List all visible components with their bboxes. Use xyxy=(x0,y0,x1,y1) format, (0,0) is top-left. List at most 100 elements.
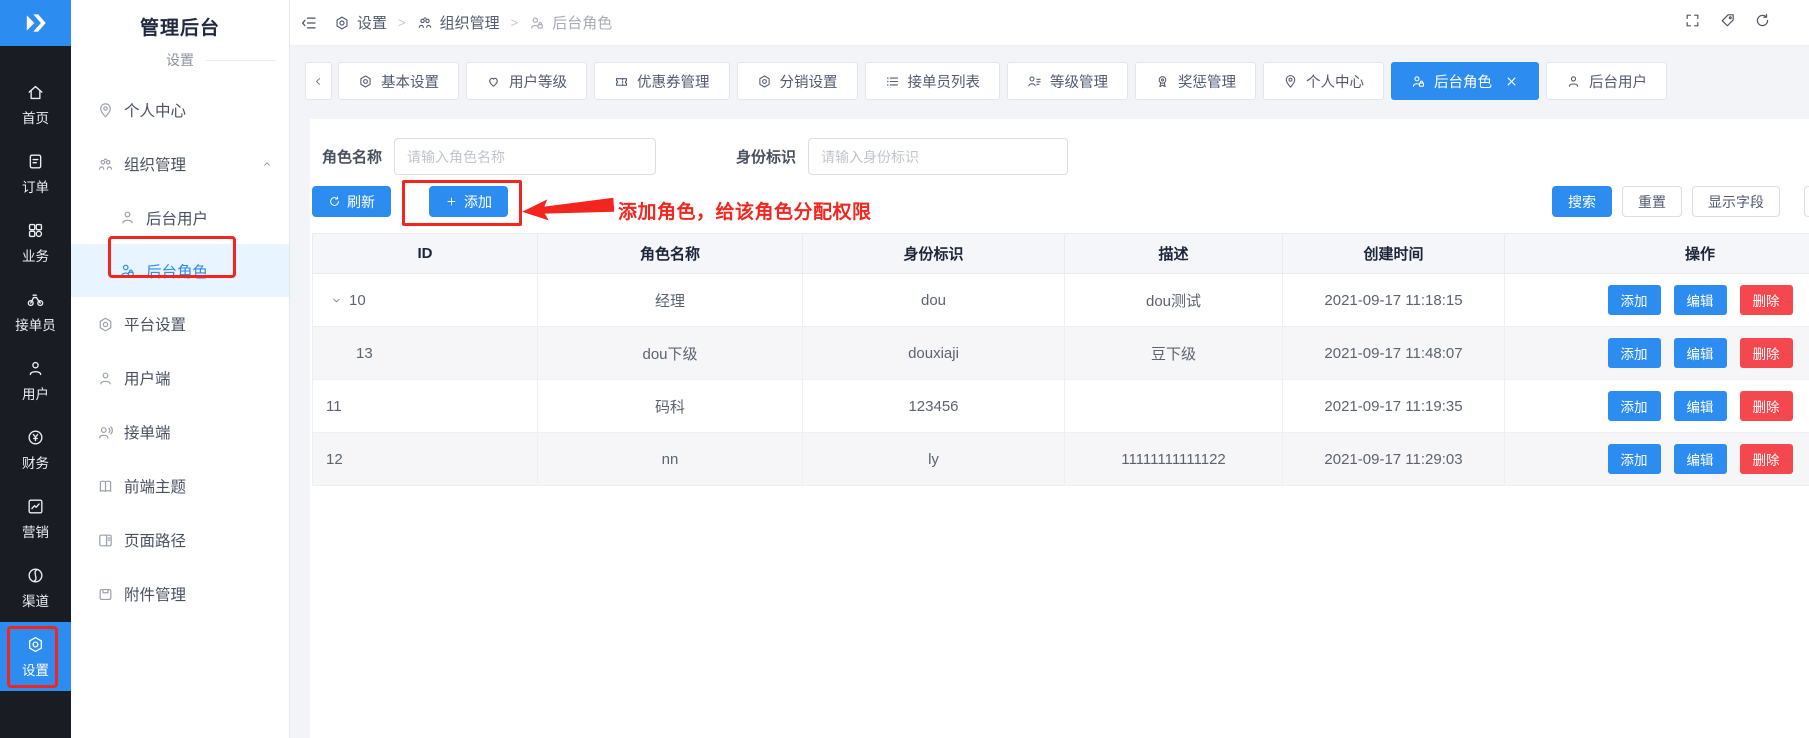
rail-item-1[interactable]: 订单 xyxy=(0,139,71,208)
cell-actions: 添加编辑删除 xyxy=(1505,327,1809,380)
row-edit-button[interactable]: 编辑 xyxy=(1674,285,1727,315)
tab-label: 个人中心 xyxy=(1306,71,1364,92)
row-delete-button[interactable]: 删除 xyxy=(1740,285,1793,315)
rail-item-4[interactable]: 用户 xyxy=(0,346,71,415)
column-header-2: 身份标识 xyxy=(803,234,1065,274)
tab-list: 基本设置 用户等级优惠券管理分销设置 接单员列表 等级管理奖惩管理 个人中心 后台角色后台… xyxy=(338,62,1809,107)
person-lock-icon xyxy=(1411,74,1426,89)
tab-5[interactable]: 等级管理 xyxy=(1007,62,1128,100)
tab-6[interactable]: 奖惩管理 xyxy=(1135,62,1256,100)
menu-item-4[interactable]: 接单端 xyxy=(71,405,289,459)
row-expand-icon[interactable] xyxy=(330,294,343,307)
tab-strip: 基本设置 用户等级优惠券管理分销设置 接单员列表 等级管理奖惩管理 个人中心 后台角色后台… xyxy=(290,46,1809,107)
tab-4[interactable]: 接单员列表 xyxy=(865,62,1001,100)
menu-item-7[interactable]: 附件管理 xyxy=(71,567,289,621)
add-button-label: 添加 xyxy=(464,192,492,212)
chevron-up-icon xyxy=(261,158,273,170)
tab-3[interactable]: 分销设置 xyxy=(737,62,858,100)
tags-button[interactable] xyxy=(1719,12,1736,34)
menu-item-1[interactable]: 组织管理 xyxy=(71,137,289,191)
menu-item-2[interactable]: 平台设置 xyxy=(71,297,289,351)
row-delete-button[interactable]: 删除 xyxy=(1740,338,1793,368)
cell-created-time: 2021-09-17 11:29:03 xyxy=(1283,433,1505,486)
fullscreen-button[interactable] xyxy=(1684,12,1701,34)
tab-2[interactable]: 优惠券管理 xyxy=(594,62,730,100)
table-row: 11码科1234562021-09-17 11:19:35添加编辑删除 xyxy=(313,380,1809,433)
menu-item-1-0[interactable]: 后台用户 xyxy=(71,191,289,244)
rail-item-6[interactable]: 营销 xyxy=(0,484,71,553)
breadcrumb-item-0[interactable]: 设置 xyxy=(334,12,387,33)
book-icon xyxy=(97,478,114,495)
tab-8[interactable]: 后台角色 xyxy=(1391,62,1539,100)
search-button[interactable]: 搜索 xyxy=(1552,186,1612,217)
left-rail: 首页订单业务接单员用户财务营销渠道设置 xyxy=(0,0,71,738)
refresh-button[interactable]: 刷新 xyxy=(312,186,391,217)
id-value: 13 xyxy=(356,345,373,362)
cell-id: 12 xyxy=(313,433,538,486)
collapse-sidebar-icon[interactable] xyxy=(300,14,318,32)
tab-1[interactable]: 用户等级 xyxy=(466,62,587,100)
row-edit-button[interactable]: 编辑 xyxy=(1674,338,1727,368)
cell-actions: 添加编辑删除 xyxy=(1505,433,1809,486)
row-edit-button[interactable]: 编辑 xyxy=(1674,444,1727,474)
rail-item-7[interactable]: 渠道 xyxy=(0,553,71,622)
table-row: 10经理doudou测试2021-09-17 11:18:15添加编辑删除 xyxy=(313,274,1809,327)
heart-icon xyxy=(486,74,501,89)
role-name-input[interactable] xyxy=(394,138,656,175)
rail-item-2[interactable]: 业务 xyxy=(0,208,71,277)
add-button[interactable]: 添加 xyxy=(429,186,508,217)
tab-scroll-left-button[interactable] xyxy=(305,62,332,100)
reset-button[interactable]: 重置 xyxy=(1622,186,1682,217)
show-fields-button[interactable]: 显示字段 xyxy=(1692,186,1780,217)
order-icon xyxy=(26,152,45,171)
menu-item-3[interactable]: 用户端 xyxy=(71,351,289,405)
identity-input[interactable] xyxy=(808,138,1068,175)
tab-label: 接单员列表 xyxy=(908,71,981,92)
sidebar-section-label: 设置 xyxy=(166,50,194,70)
row-add-button[interactable]: 添加 xyxy=(1608,285,1661,315)
menu-item-6[interactable]: 页面路径 xyxy=(71,513,289,567)
rail-item-label: 设置 xyxy=(22,659,49,679)
breadcrumb: 设置>组织管理>后台角色 xyxy=(334,12,612,33)
breadcrumb-item-2[interactable]: 后台角色 xyxy=(529,12,612,33)
tab-0[interactable]: 基本设置 xyxy=(338,62,459,100)
gear-icon xyxy=(97,316,114,333)
close-icon[interactable] xyxy=(1504,74,1519,89)
main-area: 设置>组织管理>后台角色 基本设置用户等级优惠券管理分销设置接单员列表等级管理奖… xyxy=(290,0,1809,738)
rail-item-3[interactable]: 接单员 xyxy=(0,277,71,346)
content-card: 角色名称 身份标识 刷新 添加 搜索 重置 xyxy=(310,119,1809,738)
refresh-button[interactable] xyxy=(1754,12,1771,34)
row-add-button[interactable]: 添加 xyxy=(1608,338,1661,368)
toolbar-row: 刷新 添加 搜索 重置 显示字段 xyxy=(312,186,1809,217)
roles-table: ID角色名称身份标识描述创建时间操作 10经理doudou测试2021-09-1… xyxy=(312,233,1809,486)
channel-icon xyxy=(26,566,45,585)
menu-item-1-1[interactable]: 后台角色 xyxy=(71,244,289,297)
gear-icon xyxy=(757,74,772,89)
breadcrumb-separator: > xyxy=(511,15,519,30)
menu-item-0[interactable]: 个人中心 xyxy=(71,83,289,137)
rail-item-0[interactable]: 首页 xyxy=(0,70,71,139)
tab-9[interactable]: 后台用户 xyxy=(1546,62,1667,100)
tab-label: 基本设置 xyxy=(381,71,439,92)
row-delete-button[interactable]: 删除 xyxy=(1740,391,1793,421)
rail-item-5[interactable]: 财务 xyxy=(0,415,71,484)
breadcrumb-label: 设置 xyxy=(357,12,387,33)
row-add-button[interactable]: 添加 xyxy=(1608,444,1661,474)
app-logo[interactable] xyxy=(0,0,71,46)
sidebar-menu: 个人中心组织管理后台用户后台角色平台设置用户端接单端前端主题页面路径附件管理 xyxy=(71,83,289,621)
roles-table-wrap: ID角色名称身份标识描述创建时间操作 10经理doudou测试2021-09-1… xyxy=(312,233,1809,486)
rail-item-label: 订单 xyxy=(22,176,49,196)
row-add-button[interactable]: 添加 xyxy=(1608,391,1661,421)
id-value: 12 xyxy=(326,451,343,468)
clipped-edge-button[interactable] xyxy=(1804,186,1809,217)
menu-item-5[interactable]: 前端主题 xyxy=(71,459,289,513)
breadcrumb-item-1[interactable]: 组织管理 xyxy=(417,12,500,33)
row-delete-button[interactable]: 删除 xyxy=(1740,444,1793,474)
row-edit-button[interactable]: 编辑 xyxy=(1674,391,1727,421)
rail-item-8[interactable]: 设置 xyxy=(0,622,71,691)
ticket-icon xyxy=(614,74,629,89)
menu-item-label: 组织管理 xyxy=(124,153,186,175)
tags-icon xyxy=(1719,12,1736,29)
tab-7[interactable]: 个人中心 xyxy=(1263,62,1384,100)
filter-row: 角色名称 身份标识 xyxy=(322,138,1809,175)
